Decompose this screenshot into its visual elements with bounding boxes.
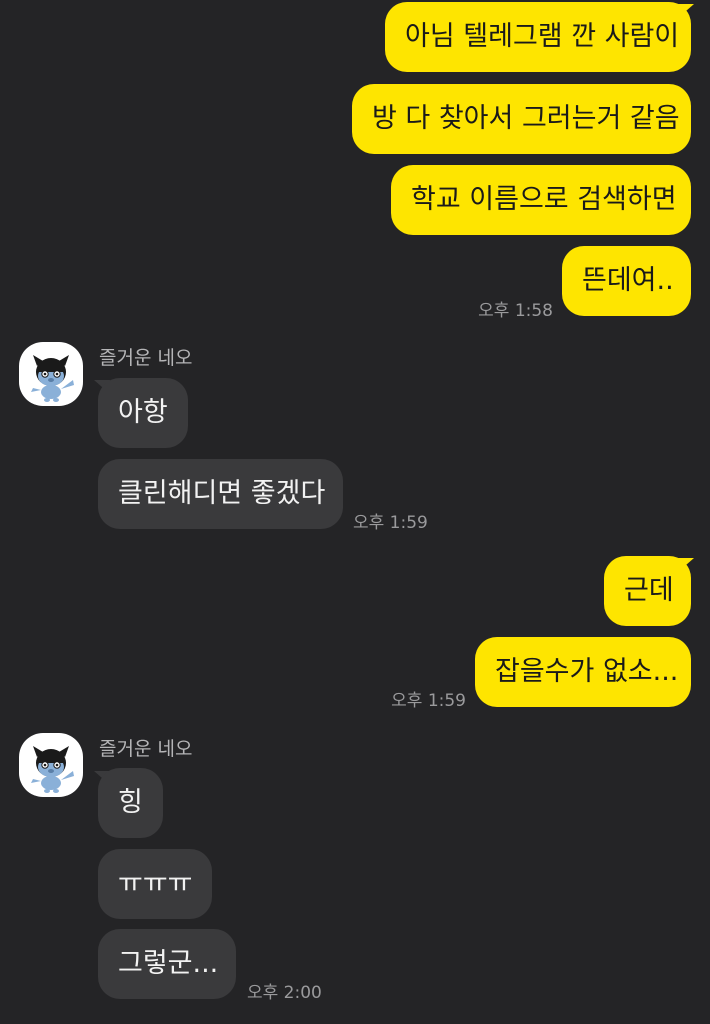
message-timestamp: 오후 1:58 (478, 301, 553, 321)
my-message-bubble[interactable]: 방 다 찾아서 그러는거 같음 (352, 84, 691, 154)
their-message-bubble[interactable]: 클린해디면 좋겠다 (98, 459, 343, 529)
sender-avatar[interactable] (19, 342, 83, 406)
my-message-bubble[interactable]: 뜬데여.. (562, 246, 691, 316)
sender-name: 즐거운 네오 (99, 738, 193, 760)
their-message-bubble[interactable]: 힝 (98, 768, 163, 838)
message-timestamp: 오후 1:59 (391, 691, 466, 711)
their-message-bubble[interactable]: 그렇군... (98, 929, 236, 999)
my-message-bubble[interactable]: 학교 이름으로 검색하면 (391, 165, 691, 235)
sender-avatar[interactable] (19, 733, 83, 797)
sender-name: 즐거운 네오 (99, 347, 193, 369)
their-message-bubble[interactable]: ㅠㅠㅠ (98, 849, 212, 919)
neo-character-avatar-icon (31, 355, 74, 402)
message-timestamp: 오후 1:59 (353, 513, 428, 533)
neo-character-avatar-icon (31, 746, 74, 793)
their-message-bubble[interactable]: 아항 (98, 378, 188, 448)
my-message-bubble[interactable]: 아님 텔레그램 깐 사람이 (385, 2, 691, 72)
my-message-bubble[interactable]: 근데 (604, 556, 691, 626)
my-message-bubble[interactable]: 잡을수가 없소... (475, 637, 691, 707)
message-timestamp: 오후 2:00 (247, 983, 322, 1003)
